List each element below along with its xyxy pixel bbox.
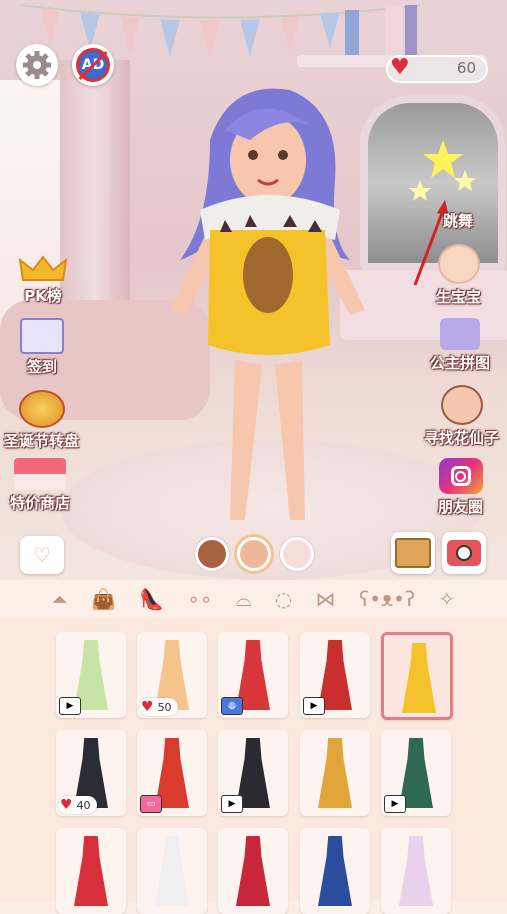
book bbox=[345, 10, 359, 55]
find-fairy-label: 寻找花仙子 bbox=[424, 429, 500, 447]
dress-thumbnail bbox=[74, 836, 108, 906]
settings-button[interactable] bbox=[16, 44, 58, 86]
price-value: 40 bbox=[76, 798, 91, 812]
princess-puzzle-label: 公主拼图 bbox=[430, 354, 491, 372]
no-ads-icon: AD bbox=[72, 44, 114, 86]
outfit-card[interactable] bbox=[300, 828, 370, 914]
shop-icon bbox=[14, 458, 66, 490]
sign-in-label: 签到 bbox=[26, 358, 57, 376]
pk-ranking-label: PK榜 bbox=[24, 287, 62, 305]
outfit-card[interactable]: ▭ bbox=[137, 730, 207, 816]
room-scene bbox=[0, 0, 507, 580]
necklace-icon[interactable]: ◌ bbox=[275, 587, 292, 611]
hearts-count: 60 bbox=[456, 59, 476, 77]
moments-button[interactable]: 朋友圈 bbox=[438, 458, 483, 517]
hearts-counter: ♥ 60 bbox=[386, 55, 488, 83]
camera-icon bbox=[447, 540, 481, 566]
heel-icon[interactable]: 👠 bbox=[139, 587, 164, 611]
dress-thumbnail bbox=[399, 836, 433, 906]
wheel-icon bbox=[18, 390, 65, 428]
price-badge: ♥ 40 bbox=[58, 796, 97, 814]
dance-button[interactable]: 跳舞 bbox=[443, 208, 473, 231]
outfit-card[interactable]: ◍ bbox=[218, 632, 288, 718]
remove-ads-button[interactable]: AD bbox=[72, 44, 114, 86]
heart-icon: ♥ bbox=[141, 699, 154, 715]
find-fairy-button[interactable]: 寻找花仙子 bbox=[424, 385, 499, 448]
outfit-card[interactable]: ▶ bbox=[300, 632, 370, 718]
dress-thumbnail bbox=[318, 738, 352, 808]
skin-tone-dark[interactable] bbox=[195, 537, 229, 571]
book bbox=[405, 5, 417, 55]
video-icon: ▶ bbox=[384, 795, 406, 813]
gear-icon bbox=[16, 44, 58, 86]
tv-icon: ▭ bbox=[140, 795, 162, 813]
wardrobe-box-button[interactable] bbox=[391, 532, 435, 574]
book bbox=[385, 5, 403, 55]
price-badge: ♥ 50 bbox=[139, 698, 178, 716]
heart-icon: ♥ bbox=[390, 55, 410, 80]
pk-ranking-button[interactable]: PK榜 bbox=[18, 255, 68, 306]
outfit-card[interactable] bbox=[56, 828, 126, 914]
video-icon: ▶ bbox=[59, 697, 81, 715]
crown-icon bbox=[18, 255, 68, 283]
outfit-card[interactable]: ♥ 50 bbox=[137, 632, 207, 718]
sign-in-button[interactable]: 签到 bbox=[20, 318, 64, 377]
puzzle-icon bbox=[440, 318, 480, 350]
outfit-card[interactable]: ▶ bbox=[218, 730, 288, 816]
special-shop-button[interactable]: 特价商店 bbox=[10, 458, 70, 513]
heart-icon: ♥ bbox=[60, 797, 73, 813]
outfit-card[interactable] bbox=[218, 828, 288, 914]
wand-icon[interactable]: ✧ bbox=[438, 587, 455, 611]
dance-label: 跳舞 bbox=[443, 212, 474, 230]
dress-thumbnail bbox=[318, 836, 352, 906]
skin-tone-light[interactable] bbox=[280, 537, 314, 571]
dress-thumbnail bbox=[402, 643, 436, 713]
favorite-button[interactable]: ♡ bbox=[20, 536, 64, 574]
princess-puzzle-button[interactable]: 公主拼图 bbox=[430, 318, 490, 373]
have-baby-label: 生宝宝 bbox=[436, 288, 482, 306]
outfit-card[interactable] bbox=[381, 632, 453, 720]
heart-outline-icon: ♡ bbox=[33, 543, 51, 567]
moments-label: 朋友圈 bbox=[438, 498, 484, 516]
christmas-wheel-label: 圣诞节转盘 bbox=[4, 432, 80, 450]
camera-button[interactable] bbox=[442, 532, 486, 574]
price-value: 50 bbox=[157, 700, 172, 714]
bag-icon[interactable]: 👜 bbox=[91, 587, 116, 611]
calendar-icon bbox=[20, 318, 64, 354]
outfit-card[interactable] bbox=[300, 730, 370, 816]
skin-tone-medium[interactable] bbox=[237, 537, 271, 571]
outfit-grid: ▶ ♥ 50 ◍ ▶ ♥ 40 ▭ ▶ ▶ bbox=[0, 618, 507, 914]
teddy-icon[interactable]: ʕ•ᴥ•ʔ bbox=[359, 587, 415, 612]
fairy-icon bbox=[440, 385, 483, 425]
outfit-card[interactable]: ▶ bbox=[381, 730, 451, 816]
earring-icon[interactable]: ∘∘ bbox=[187, 587, 212, 611]
lock-icon: ◍ bbox=[221, 697, 243, 715]
baby-icon bbox=[437, 244, 480, 284]
outfit-card[interactable] bbox=[137, 828, 207, 914]
character-avatar bbox=[170, 88, 365, 520]
dress-icon[interactable]: ⏶ bbox=[52, 587, 68, 611]
special-shop-label: 特价商店 bbox=[10, 494, 71, 512]
box-icon bbox=[395, 538, 431, 568]
video-icon: ▶ bbox=[221, 795, 243, 813]
video-icon: ▶ bbox=[303, 697, 325, 715]
instagram-icon bbox=[438, 458, 483, 494]
dress-thumbnail bbox=[155, 836, 189, 906]
outfit-card[interactable]: ▶ bbox=[56, 632, 126, 718]
christmas-wheel-button[interactable]: 圣诞节转盘 bbox=[4, 390, 79, 451]
dress-thumbnail bbox=[236, 836, 270, 906]
outfit-card[interactable] bbox=[381, 828, 451, 914]
wings-icon[interactable]: ⋈ bbox=[316, 587, 336, 611]
outfit-card[interactable]: ♥ 40 bbox=[56, 730, 126, 816]
have-baby-button[interactable]: 生宝宝 bbox=[436, 244, 481, 307]
category-bar: ⏶ 👜 👠 ∘∘ ⌓ ◌ ⋈ ʕ•ᴥ•ʔ ✧ bbox=[0, 582, 507, 616]
hat-icon[interactable]: ⌓ bbox=[236, 587, 252, 611]
